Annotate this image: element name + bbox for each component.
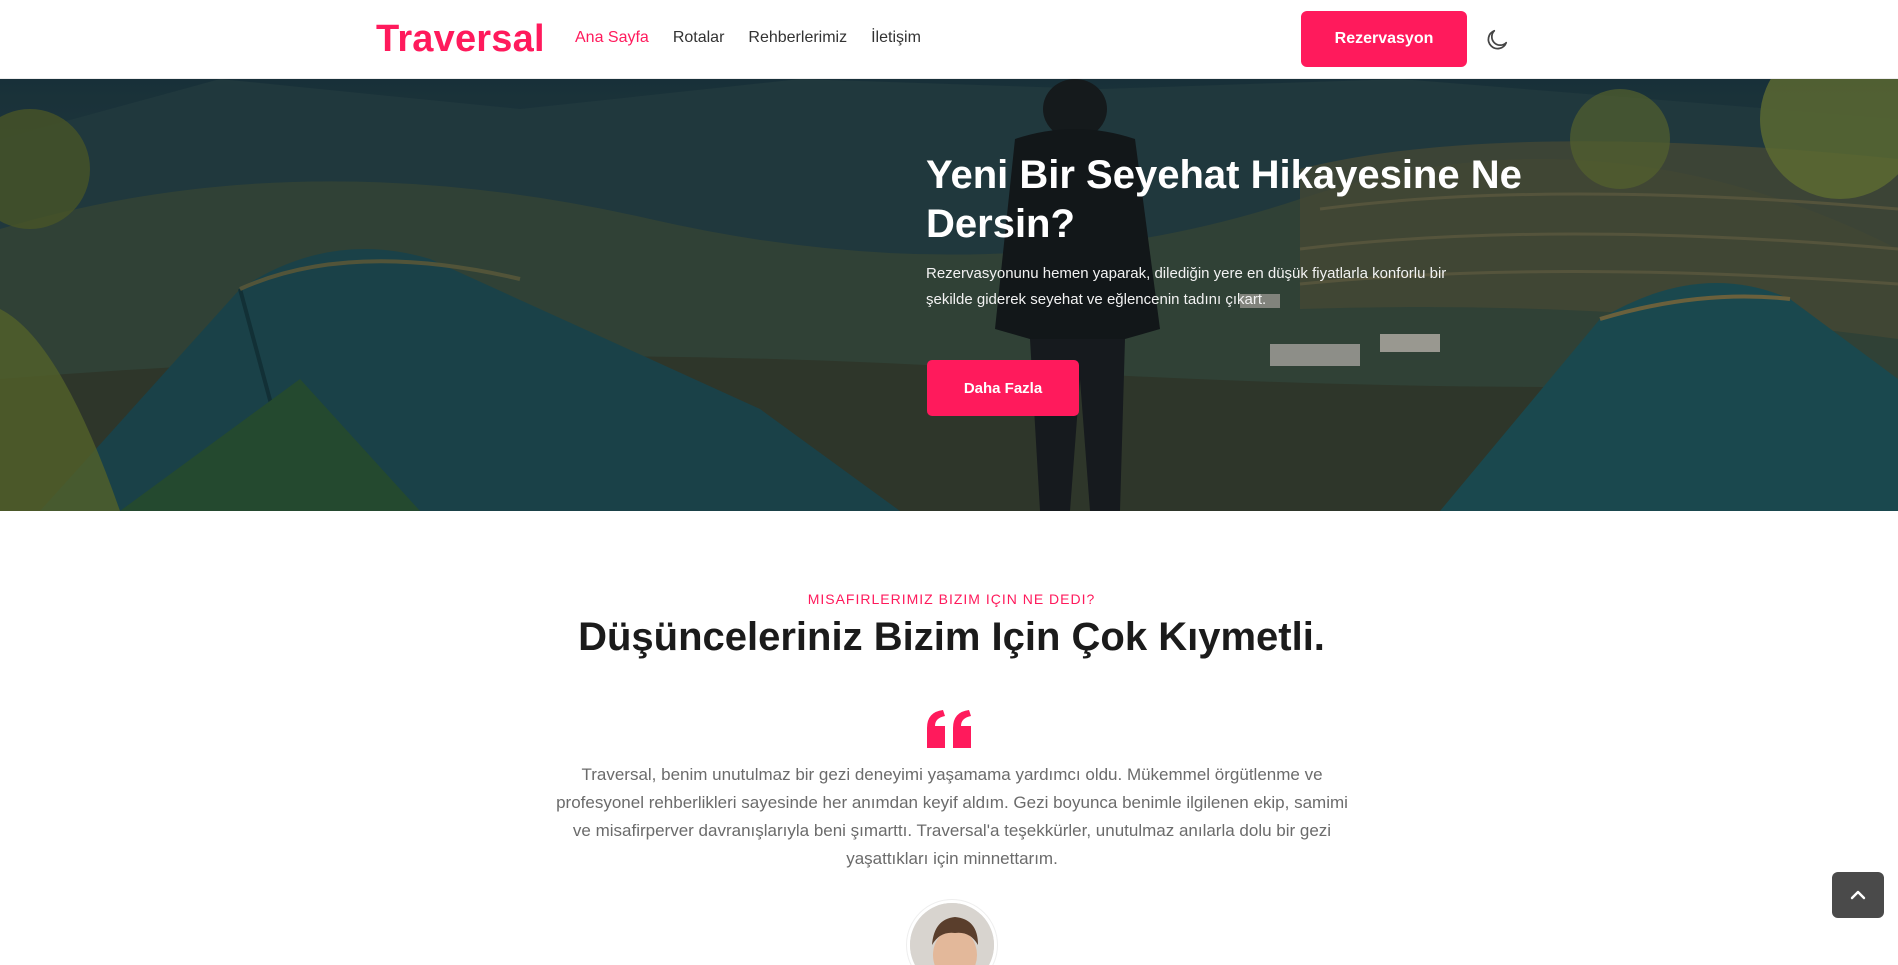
navbar: Traversal Ana Sayfa Rotalar Rehberlerimi…	[0, 0, 1898, 79]
quote-icon	[925, 708, 975, 750]
testimonial-quote: Traversal, benim unutulmaz bir gezi dene…	[556, 765, 1348, 868]
main-nav: Ana Sayfa Rotalar Rehberlerimiz İletişim	[575, 29, 921, 47]
brand-logo[interactable]: Traversal	[376, 18, 545, 61]
nav-link-guides[interactable]: Rehberlerimiz	[748, 29, 847, 47]
hero-banner: Yeni Bir Seyehat Hikayesine Ne Dersin? R…	[0, 79, 1898, 511]
more-button[interactable]: Daha Fazla	[927, 360, 1079, 416]
chevron-up-icon	[1832, 890, 1884, 921]
reserve-button[interactable]: Rezervasyon	[1301, 11, 1467, 67]
section-title: Düşünceleriniz Bizim Için Çok Kıymetli.	[578, 615, 1325, 659]
hero-title: Yeni Bir Seyehat Hikayesine Ne Dersin?	[926, 153, 1522, 246]
avatar	[907, 900, 997, 965]
nav-link-contact[interactable]: İletişim	[871, 29, 921, 47]
hero-description: Rezervasyonunu hemen yaparak, dilediğin …	[926, 265, 1447, 308]
section-eyebrow: MISAFIRLERIMIZ BIZIM IÇIN NE DEDI?	[807, 591, 1096, 607]
scroll-to-top-button[interactable]	[1832, 872, 1884, 918]
nav-link-routes[interactable]: Rotalar	[673, 29, 725, 47]
nav-link-home[interactable]: Ana Sayfa	[575, 29, 649, 47]
moon-icon[interactable]	[1484, 27, 1510, 53]
